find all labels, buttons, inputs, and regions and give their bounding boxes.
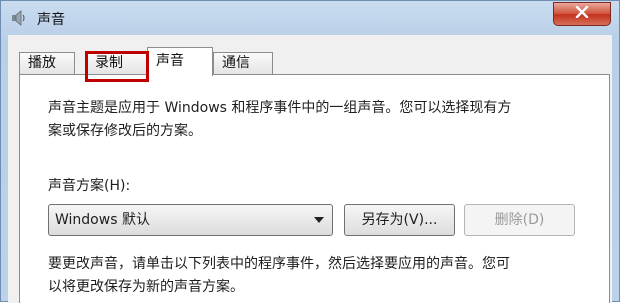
sound-dialog-window: 声音 播放 录制 声音 通信 声音主题是应用于 Windows 和程序事件中的一…	[0, 0, 620, 303]
tab-label: 播放	[28, 55, 56, 71]
instruction-line1: 要更改声音，请单击以下列表中的程序事件，然后选择要应用的声音。您可	[48, 256, 510, 272]
tab-label: 录制	[95, 55, 123, 71]
dialog-client-area: 播放 录制 声音 通信 声音主题是应用于 Windows 和程序事件中的一组声音…	[8, 35, 612, 303]
save-as-button[interactable]: 另存为(V)...	[344, 204, 455, 236]
save-as-label: 另存为(V)...	[361, 212, 438, 228]
delete-label: 删除(D)	[494, 212, 545, 228]
delete-button[interactable]: 删除(D)	[464, 204, 575, 236]
sound-scheme-dropdown[interactable]: Windows 默认	[48, 204, 333, 236]
tab-label: 通信	[222, 55, 250, 71]
theme-description-line1: 声音主题是应用于 Windows 和程序事件中的一组声音。您可以选择现有方	[48, 100, 512, 116]
tab-label: 声音	[156, 53, 184, 69]
tab-communications[interactable]: 通信	[213, 52, 273, 75]
instruction-line2: 以将更改保存为新的声音方案。	[48, 279, 244, 295]
theme-description-line2: 案或保存修改后的方案。	[48, 123, 202, 139]
title-bar[interactable]: 声音	[1, 1, 619, 35]
tab-playback[interactable]: 播放	[19, 52, 75, 75]
tab-sounds[interactable]: 声音	[147, 47, 213, 76]
window-title: 声音	[37, 12, 65, 28]
speaker-icon	[10, 9, 28, 27]
sound-scheme-value: Windows 默认	[55, 212, 150, 228]
tab-recording[interactable]: 录制	[86, 52, 147, 75]
close-button[interactable]	[553, 2, 611, 26]
chevron-down-icon	[314, 217, 324, 223]
close-icon	[575, 5, 589, 22]
sounds-tab-panel: 声音主题是应用于 Windows 和程序事件中的一组声音。您可以选择现有方 案或…	[19, 74, 610, 303]
tab-strip: 播放 录制 声音 通信	[19, 47, 609, 82]
sound-scheme-label: 声音方案(H):	[48, 178, 131, 194]
